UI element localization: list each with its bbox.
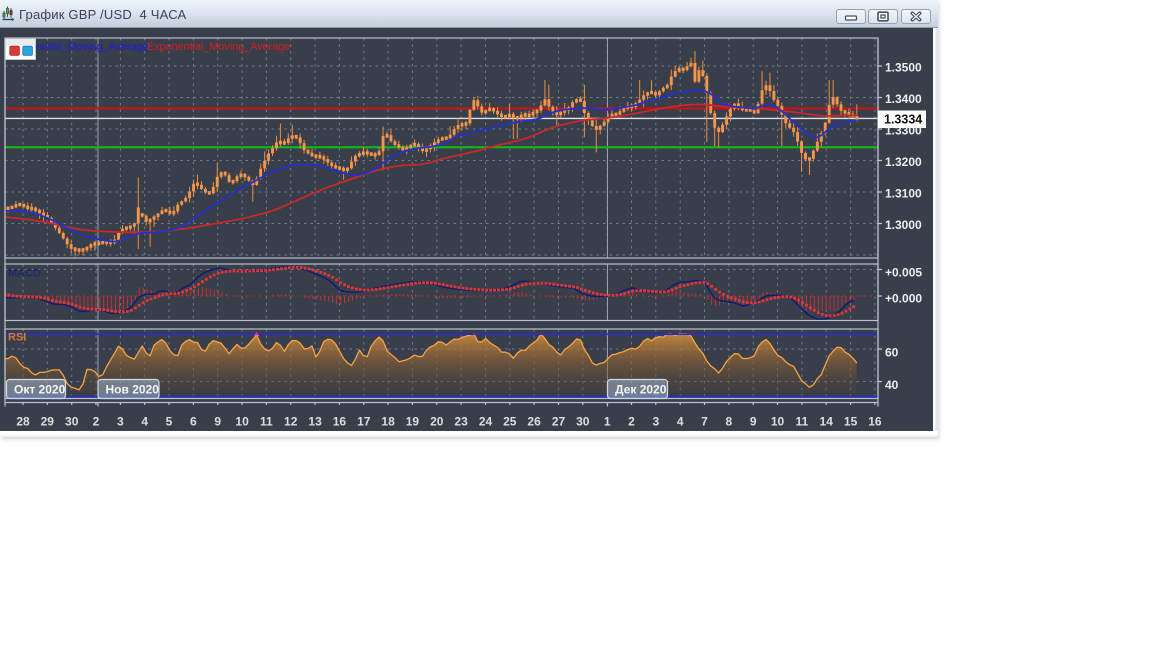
- svg-text:14: 14: [820, 415, 834, 429]
- svg-text:1.3400: 1.3400: [885, 92, 922, 106]
- svg-text:1: 1: [604, 415, 611, 429]
- svg-text:30: 30: [65, 415, 79, 429]
- svg-text:12: 12: [284, 415, 298, 429]
- svg-text:1.3000: 1.3000: [885, 218, 922, 232]
- svg-text:1.3500: 1.3500: [885, 61, 922, 75]
- svg-text:9: 9: [214, 415, 221, 429]
- svg-text:4: 4: [141, 415, 148, 429]
- svg-text:8: 8: [726, 415, 733, 429]
- svg-text:Нов 2020: Нов 2020: [106, 383, 160, 397]
- svg-text:10: 10: [771, 415, 785, 429]
- svg-text:18: 18: [381, 415, 395, 429]
- svg-text:16: 16: [333, 415, 347, 429]
- svg-text:24: 24: [479, 415, 493, 429]
- svg-text:9: 9: [750, 415, 757, 429]
- svg-text:4: 4: [677, 415, 684, 429]
- svg-text:60: 60: [885, 345, 899, 359]
- svg-text:25: 25: [503, 415, 517, 429]
- svg-text:27: 27: [552, 415, 566, 429]
- svg-text:1.3334: 1.3334: [884, 113, 922, 127]
- svg-text:+0.005: +0.005: [885, 265, 922, 279]
- svg-text:Окт 2020: Окт 2020: [14, 383, 66, 397]
- svg-text:5: 5: [166, 415, 173, 429]
- svg-text:7: 7: [701, 415, 708, 429]
- svg-text:29: 29: [41, 415, 55, 429]
- svg-text:2: 2: [93, 415, 100, 429]
- svg-text:ential_Moving_Average: ential_Moving_Average: [36, 41, 149, 53]
- svg-text:26: 26: [527, 415, 541, 429]
- svg-text:3: 3: [117, 415, 124, 429]
- svg-text:40: 40: [885, 378, 899, 392]
- svg-text:+0.000: +0.000: [885, 291, 922, 305]
- svg-text:Дек 2020: Дек 2020: [615, 383, 667, 397]
- svg-text:15: 15: [844, 415, 858, 429]
- svg-text:3: 3: [652, 415, 659, 429]
- svg-text:13: 13: [308, 415, 322, 429]
- svg-text:16: 16: [868, 415, 882, 429]
- svg-text:RSI: RSI: [8, 332, 26, 344]
- svg-text:28: 28: [16, 415, 30, 429]
- svg-text:19: 19: [406, 415, 420, 429]
- svg-text:11: 11: [260, 415, 273, 429]
- svg-text:23: 23: [454, 415, 468, 429]
- svg-text:2: 2: [628, 415, 635, 429]
- svg-text:1.3100: 1.3100: [885, 187, 922, 201]
- svg-text:20: 20: [430, 415, 444, 429]
- svg-text:MACD: MACD: [8, 268, 41, 280]
- svg-text:Exponential_Moving_Average: Exponential_Moving_Average: [147, 41, 290, 53]
- svg-text:11: 11: [796, 415, 809, 429]
- svg-text:10: 10: [235, 415, 249, 429]
- svg-text:17: 17: [357, 415, 371, 429]
- svg-text:1.3200: 1.3200: [885, 155, 922, 169]
- svg-text:30: 30: [576, 415, 590, 429]
- svg-text:6: 6: [190, 415, 197, 429]
